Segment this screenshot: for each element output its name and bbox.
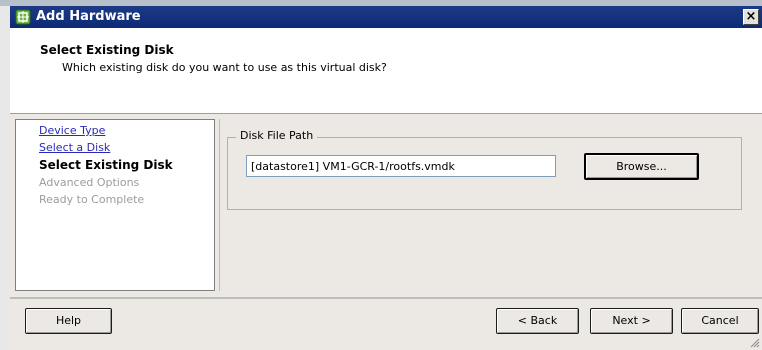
wizard-footer: Help < Back Next > Cancel [10,299,762,350]
page-subtitle: Which existing disk do you want to use a… [62,61,387,74]
disk-file-path-input[interactable] [246,155,556,177]
wizard-body: Device Type Select a Disk Select Existin… [10,114,762,298]
step-ready-to-complete: Ready to Complete [39,193,145,206]
browse-button[interactable]: Browse... [584,153,699,180]
close-button[interactable]: × [743,9,759,25]
title-bar[interactable]: Add Hardware × [10,6,762,28]
panel-divider [219,119,220,291]
window-title: Add Hardware [36,9,141,24]
page-title: Select Existing Disk [40,43,174,57]
step-select-a-disk[interactable]: Select a Disk [39,141,110,154]
disk-file-path-label: Disk File Path [236,129,318,142]
wizard-steps-panel: Device Type Select a Disk Select Existin… [15,119,215,291]
back-button[interactable]: < Back [496,308,579,334]
add-hardware-icon [15,9,31,25]
resize-grip-icon[interactable] [750,338,760,348]
wizard-header: Select Existing Disk Which existing disk… [10,28,762,114]
step-advanced-options: Advanced Options [39,176,140,189]
cancel-button[interactable]: Cancel [681,308,759,334]
step-select-existing-disk: Select Existing Disk [39,158,173,172]
step-device-type[interactable]: Device Type [39,124,105,137]
next-button[interactable]: Next > [590,308,673,334]
help-button[interactable]: Help [25,308,112,334]
